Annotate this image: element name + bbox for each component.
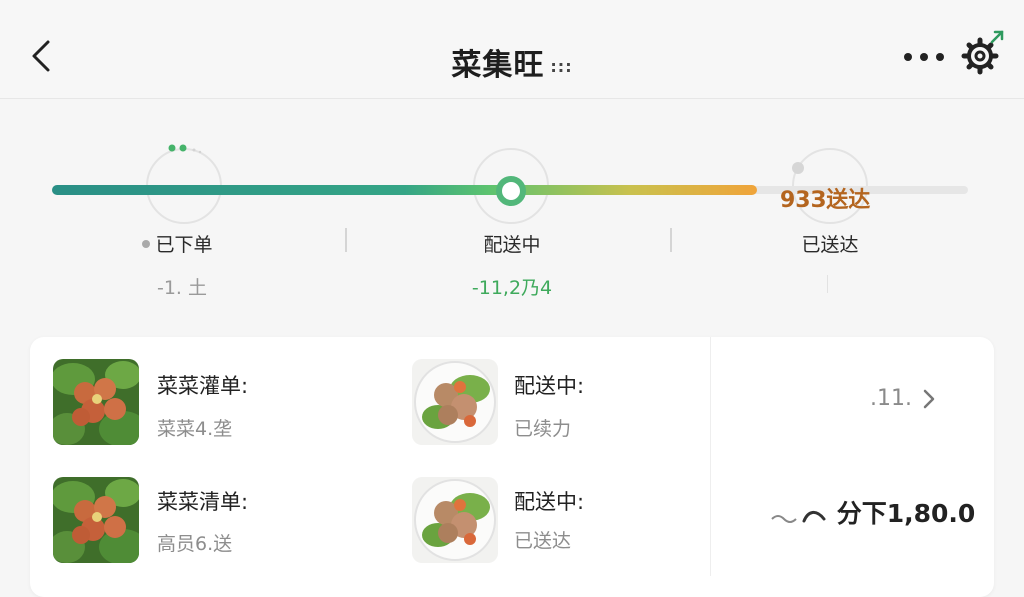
wave-icon [771,511,826,523]
order-total: 分下1,80.0 [770,494,975,530]
item-name: 菜菜清单: [157,490,249,514]
step-divider [827,275,828,293]
food-image [53,359,139,445]
item-sub: 已续力 [514,418,572,440]
current-step-marker[interactable] [496,176,526,206]
item-sub: 高员6.送 [157,533,233,555]
step-sub-ordered: -1. 土 [156,277,208,299]
food-image [53,477,139,563]
gear-icon[interactable] [960,28,1008,76]
item-name: 配送中: [514,374,585,398]
food-image [412,477,498,563]
item-name: 配送中: [514,490,585,514]
eta-text: 93З送达 [780,188,871,213]
food-image [412,359,498,445]
item-name: 菜菜灌单: [157,374,249,398]
loading-dots-icon [168,144,202,154]
step-sub-delivering: -11,2乃4 [471,277,553,299]
progress-fill [52,185,757,195]
total-amount: 分下1,80.0 [836,499,976,528]
step-label-delivered: 已送达 [801,234,859,256]
pending-dot [792,162,804,174]
app-title: 菜集旺 [451,48,545,83]
title-suffix: ::: [550,57,573,76]
step-label-ordered: 已下单 [155,234,213,256]
step-divider [670,228,672,252]
header-bar: 菜集旺::: [0,0,1024,99]
order-detail-link[interactable]: .11. [870,386,937,411]
more-dots-icon[interactable] [902,44,946,70]
item-sub: 已送达 [514,530,572,552]
page-title: 菜集旺::: [0,40,1024,84]
step-divider [345,228,347,252]
item-sub: 菜菜4.垄 [157,418,233,440]
detail-link-text: .11. [870,386,912,411]
chevron-right-icon [923,389,935,409]
card-divider [710,337,711,576]
step-label-delivering: 配送中 [483,234,541,256]
